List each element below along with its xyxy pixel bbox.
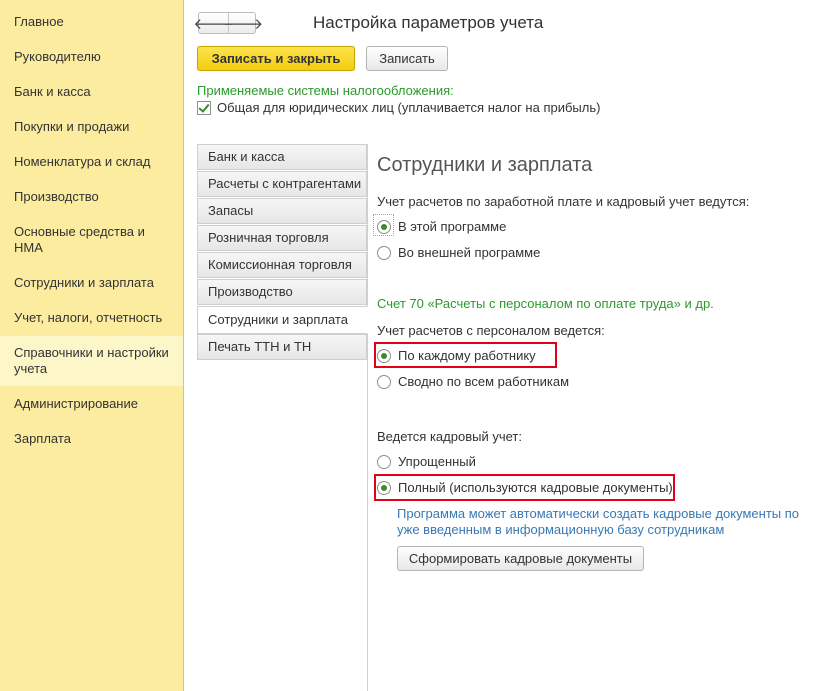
checkmark-icon xyxy=(198,100,210,113)
hr-option-simplified-label: Упрощенный xyxy=(398,454,476,469)
payroll-option-external[interactable]: Во внешней программе xyxy=(377,245,540,260)
section-title: Сотрудники и зарплата xyxy=(377,154,593,176)
tab-inventory[interactable]: Запасы xyxy=(197,198,367,224)
payroll-question: Учет расчетов по заработной плате и кадр… xyxy=(377,194,750,209)
main-area: 🡐 🡒 Настройка параметров учета Записать … xyxy=(185,0,826,691)
personnel-question: Учет расчетов с персоналом ведется: xyxy=(377,323,605,338)
hr-option-simplified[interactable]: Упрощенный xyxy=(377,454,476,469)
panel-divider xyxy=(367,144,368,306)
sidebar-item-employees[interactable]: Сотрудники и зарплата xyxy=(0,275,183,291)
sidebar-item-administration[interactable]: Администрирование xyxy=(0,396,183,412)
radio-checked-icon[interactable] xyxy=(377,348,391,363)
hr-note: Программа может автоматически создать ка… xyxy=(397,506,799,537)
sidebar-item-fixed-assets[interactable]: Основные средства и НМА xyxy=(0,224,183,256)
payroll-option-external-label: Во внешней программе xyxy=(398,245,541,260)
personnel-option-each[interactable]: По каждому работнику xyxy=(377,348,536,363)
hr-question: Ведется кадровый учет: xyxy=(377,429,522,444)
tax-systems-label: Применяемые системы налогообложения: xyxy=(197,83,454,98)
hr-option-full[interactable]: Полный (используются кадровые документы) xyxy=(377,480,673,495)
tax-general-label: Общая для юридических лиц (уплачивается … xyxy=(217,100,601,115)
tab-employees[interactable]: Сотрудники и зарплата xyxy=(197,306,368,334)
generate-hr-documents-button[interactable]: Сформировать кадровые документы xyxy=(397,546,644,571)
tab-commission[interactable]: Комиссионная торговля xyxy=(197,252,367,278)
personnel-option-each-label: По каждому работнику xyxy=(398,348,536,363)
radio-checked-icon[interactable] xyxy=(377,219,391,234)
sidebar: Главное Руководителю Банк и касса Покупк… xyxy=(0,0,184,691)
tab-print-ttn[interactable]: Печать ТТН и ТН xyxy=(197,334,367,360)
sidebar-item-purchases-sales[interactable]: Покупки и продажи xyxy=(0,119,183,135)
page-title: Настройка параметров учета xyxy=(313,13,544,32)
sidebar-item-main[interactable]: Главное xyxy=(0,14,183,30)
save-and-close-button[interactable]: Записать и закрыть xyxy=(197,46,355,71)
tab-counterparties[interactable]: Расчеты с контрагентами xyxy=(197,171,367,197)
radio-icon[interactable] xyxy=(377,245,391,260)
sidebar-item-manager[interactable]: Руководителю xyxy=(0,49,183,65)
sidebar-item-nomenclature[interactable]: Номенклатура и склад xyxy=(0,154,183,170)
forward-arrow-icon[interactable]: 🡒 xyxy=(223,13,263,33)
tax-general-checkbox-row[interactable]: Общая для юридических лиц (уплачивается … xyxy=(197,100,600,115)
tax-general-checkbox[interactable] xyxy=(197,100,211,115)
hr-option-full-label: Полный (используются кадровые документы) xyxy=(398,480,673,495)
sidebar-item-taxes[interactable]: Учет, налоги, отчетность xyxy=(0,310,183,326)
account-note: Счет 70 «Расчеты с персоналом по оплате … xyxy=(377,296,714,311)
save-button[interactable]: Записать xyxy=(366,46,448,71)
radio-icon[interactable] xyxy=(377,454,391,469)
tab-production[interactable]: Производство xyxy=(197,279,367,305)
radio-icon[interactable] xyxy=(377,374,391,389)
radio-checked-icon[interactable] xyxy=(377,480,391,495)
tab-retail[interactable]: Розничная торговля xyxy=(197,225,367,251)
sidebar-item-bank[interactable]: Банк и касса xyxy=(0,84,183,100)
personnel-option-summary[interactable]: Сводно по всем работникам xyxy=(377,374,569,389)
sidebar-item-salary[interactable]: Зарплата xyxy=(0,431,183,447)
panel-divider-lower xyxy=(367,334,368,691)
payroll-option-this-program-label: В этой программе xyxy=(398,219,507,234)
navigation-buttons: 🡐 🡒 xyxy=(193,12,263,34)
payroll-option-this-program[interactable]: В этой программе xyxy=(377,219,506,234)
sidebar-item-production[interactable]: Производство xyxy=(0,189,183,205)
tab-bank[interactable]: Банк и касса xyxy=(197,144,367,170)
sidebar-item-settings[interactable]: Справочники и настройки учета xyxy=(0,336,183,386)
personnel-option-summary-label: Сводно по всем работникам xyxy=(398,374,570,389)
